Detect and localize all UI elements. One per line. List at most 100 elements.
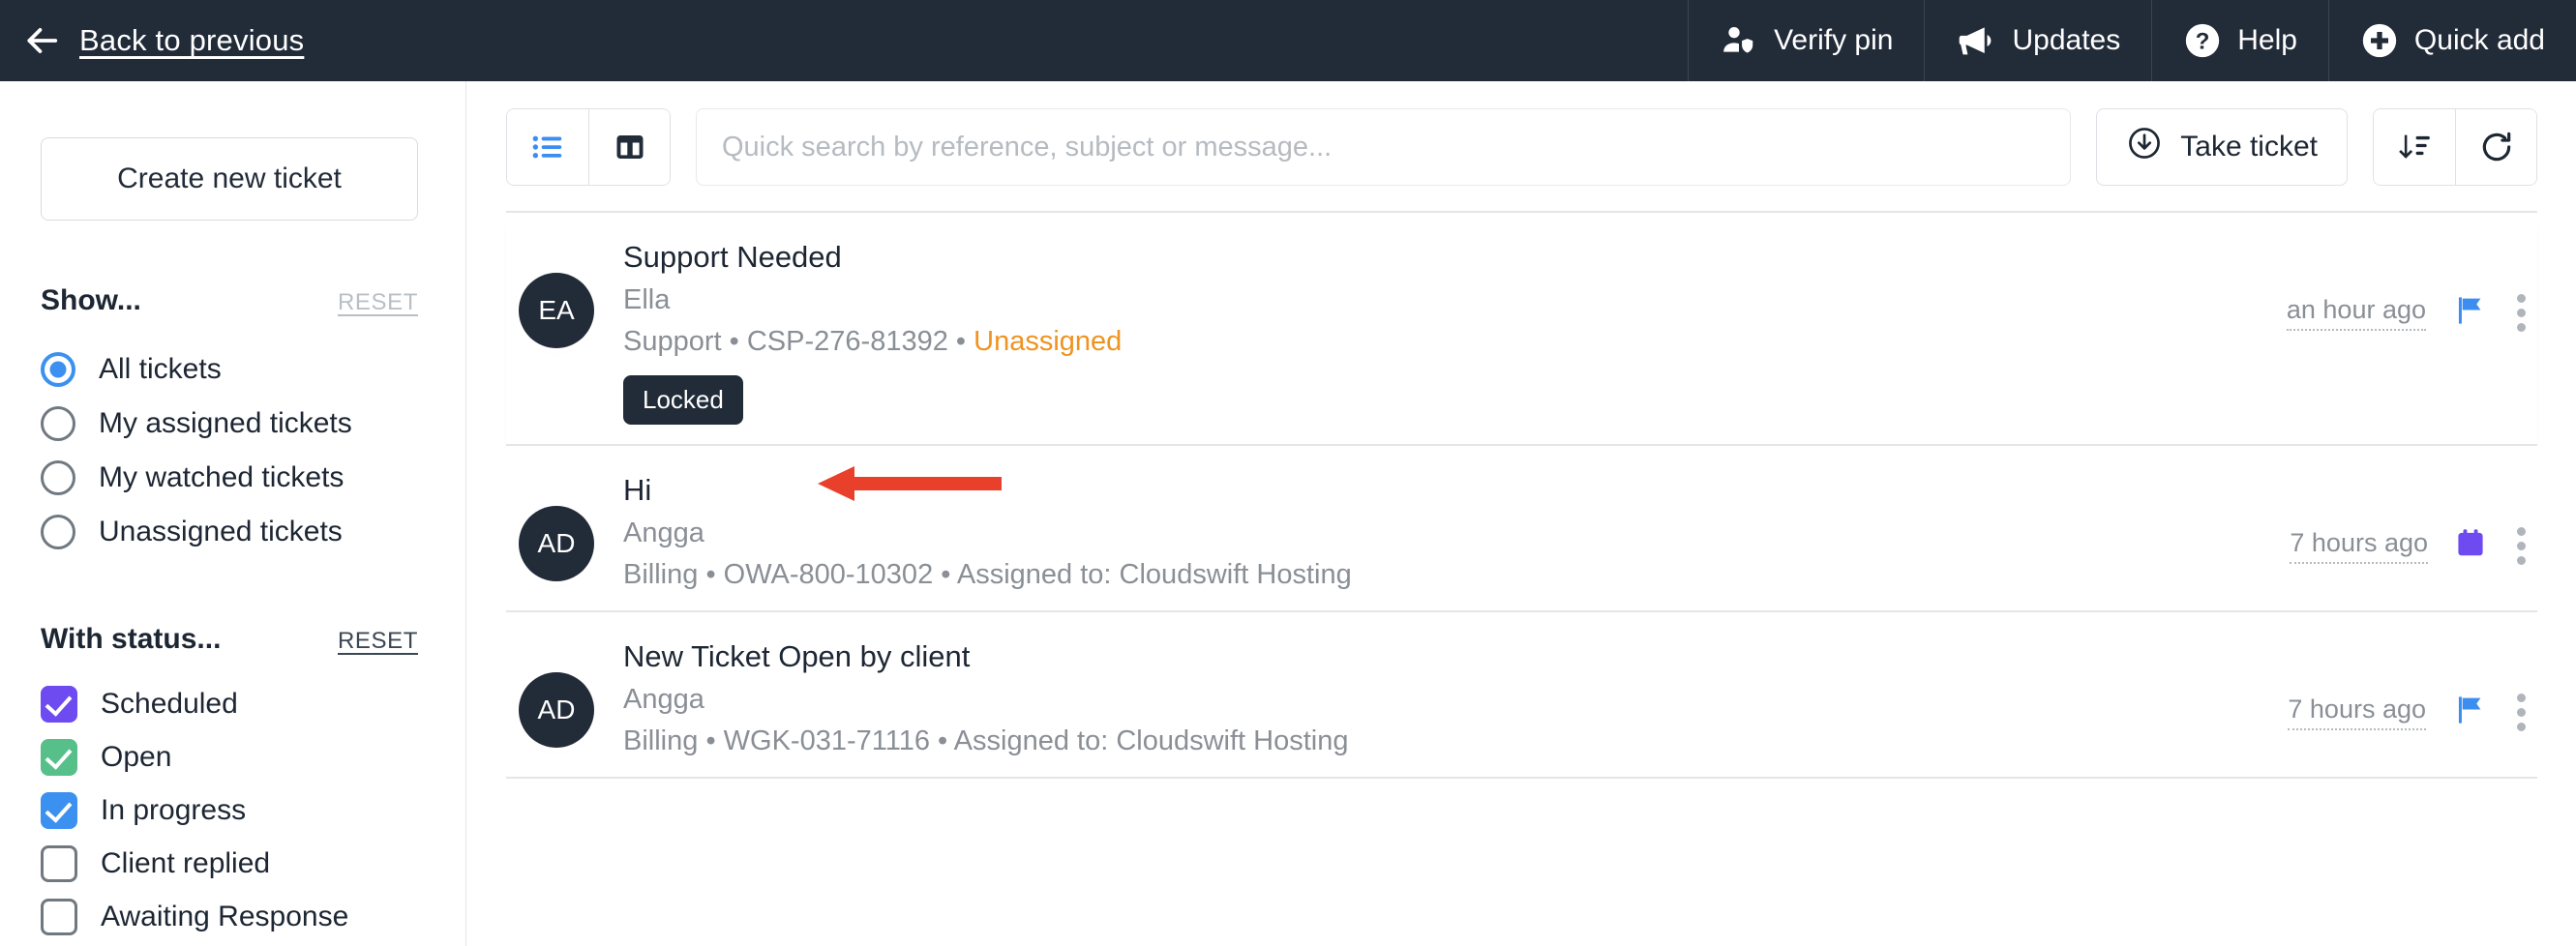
question-circle-icon: ? [2183, 21, 2222, 60]
ticket-meta: Support • CSP-276-81392 • Unassigned [623, 326, 2287, 358]
download-circle-icon [2126, 125, 2163, 169]
checkbox-icon-scheduled[interactable] [41, 685, 77, 723]
radio-icon-my-assigned-tickets[interactable] [41, 406, 75, 441]
status-option-label: Client replied [101, 846, 271, 879]
table-row[interactable]: AD Hi Angga Billing • OWA-800-10302 • As… [506, 446, 2537, 612]
avatar: EA [519, 273, 594, 348]
board-view-button[interactable] [588, 109, 670, 185]
status-option-label: Scheduled [101, 687, 238, 720]
status-badge: Locked [623, 375, 743, 425]
checkbox-icon-awaiting-response[interactable] [41, 898, 77, 935]
help-button[interactable]: ? Help [2151, 0, 2328, 81]
ticket-timestamp[interactable]: 7 hours ago [2288, 695, 2426, 730]
ticket-client: Ella [623, 284, 671, 315]
show-option-my-watched-tickets[interactable]: My watched tickets [41, 451, 425, 505]
status-option-open[interactable]: Open [41, 730, 425, 783]
ticket-row-actions: an hour ago [2286, 238, 2537, 336]
main-panel: Take ticket EA [467, 81, 2576, 946]
ticket-more-menu-button[interactable] [2513, 523, 2530, 569]
ticket-department: Billing [623, 559, 699, 590]
ticket-department: Billing [623, 725, 699, 756]
meta-separator: • [705, 725, 716, 756]
ticket-reference: OWA-800-10302 [723, 559, 934, 590]
ticket-assignment: Assigned to: Cloudswift Hosting [956, 559, 1352, 590]
ticket-content: New Ticket Open by client Angga Billing … [623, 637, 2288, 757]
status-option-client-replied[interactable]: Client replied [41, 837, 425, 890]
show-option-my-assigned-tickets[interactable]: My assigned tickets [41, 397, 425, 451]
status-option-awaiting-response[interactable]: Awaiting Response [41, 890, 425, 943]
quick-search-input[interactable] [696, 108, 2072, 186]
meta-separator: • [955, 326, 967, 357]
ticket-meta: Billing • OWA-800-10302 • Assigned to: C… [623, 559, 2290, 591]
status-filter-title: With status... [41, 623, 222, 655]
ticket-row-actions: 7 hours ago [2288, 637, 2537, 735]
top-header-bar: Back to previous Verify pin Updates ? He… [0, 0, 2576, 81]
show-filter-header: Show... RESET [41, 284, 418, 317]
updates-label: Updates [2012, 24, 2121, 56]
status-option-label: In progress [101, 793, 247, 826]
ticket-department: Support [623, 326, 722, 357]
updates-button[interactable]: Updates [1924, 0, 2151, 81]
create-new-ticket-button[interactable]: Create new ticket [41, 137, 418, 221]
toolbar-icon-group [2373, 108, 2537, 186]
radio-icon-unassigned-tickets[interactable] [41, 515, 75, 549]
status-option-scheduled[interactable]: Scheduled [41, 677, 425, 730]
show-option-label: My assigned tickets [99, 407, 352, 439]
status-filter-options: Scheduled Open In progress Client replie… [41, 677, 425, 943]
verify-pin-button[interactable]: Verify pin [1688, 0, 1924, 81]
take-ticket-label: Take ticket [2180, 131, 2318, 163]
show-filter-reset-link[interactable]: RESET [338, 289, 418, 316]
verify-pin-label: Verify pin [1774, 24, 1894, 56]
ticket-more-menu-button[interactable] [2513, 290, 2530, 336]
take-ticket-button[interactable]: Take ticket [2096, 108, 2348, 186]
avatar: AD [519, 672, 594, 748]
show-filter-title: Show... [41, 284, 141, 316]
status-filter-header: With status... RESET [41, 623, 418, 656]
megaphone-icon [1956, 20, 1996, 61]
table-row[interactable]: EA Support Needed Ella Support • CSP-276… [506, 213, 2537, 446]
plus-circle-icon [2360, 21, 2399, 60]
checkbox-icon-client-replied[interactable] [41, 844, 77, 882]
help-label: Help [2237, 24, 2297, 56]
radio-icon-all-tickets[interactable] [41, 352, 75, 387]
sort-button[interactable] [2374, 109, 2455, 185]
ticket-more-menu-button[interactable] [2513, 690, 2530, 735]
ticket-meta: Billing • WGK-031-71116 • Assigned to: C… [623, 725, 2288, 757]
avatar: AD [519, 506, 594, 581]
ticket-assignment: Unassigned [973, 326, 1123, 357]
status-option-in-progress[interactable]: In progress [41, 783, 425, 837]
status-filter-reset-link[interactable]: RESET [338, 628, 418, 655]
meta-separator: • [941, 559, 951, 590]
show-option-label: My watched tickets [99, 461, 344, 493]
table-row[interactable]: AD New Ticket Open by client Angga Billi… [506, 612, 2537, 779]
ticket-timestamp[interactable]: 7 hours ago [2290, 528, 2428, 564]
checkbox-icon-open[interactable] [41, 738, 77, 776]
calendar-icon[interactable] [2453, 526, 2488, 566]
quick-add-button[interactable]: Quick add [2327, 0, 2576, 81]
show-option-label: Unassigned tickets [99, 516, 343, 547]
show-option-label: All tickets [99, 353, 222, 385]
show-filter-options: All tickets My assigned tickets My watch… [41, 342, 425, 559]
status-option-label: Awaiting Response [101, 900, 349, 932]
ticket-client: Angga [623, 684, 704, 715]
ticket-subject: New Ticket Open by client [623, 639, 971, 673]
back-to-previous-label: Back to previous [79, 23, 305, 57]
show-option-all-tickets[interactable]: All tickets [41, 342, 425, 397]
radio-icon-my-watched-tickets[interactable] [41, 460, 75, 495]
view-mode-toggle [506, 108, 671, 186]
svg-text:?: ? [2196, 29, 2210, 55]
ticket-row-actions: 7 hours ago [2290, 471, 2537, 569]
refresh-button[interactable] [2455, 109, 2536, 185]
list-view-button[interactable] [507, 109, 588, 185]
show-option-unassigned-tickets[interactable]: Unassigned tickets [41, 505, 425, 559]
status-option-label: Open [101, 740, 172, 773]
ticket-subject: Support Needed [623, 240, 842, 274]
ticket-client: Angga [623, 517, 704, 548]
flag-icon[interactable] [2451, 692, 2488, 733]
ticket-list: EA Support Needed Ella Support • CSP-276… [467, 213, 2576, 779]
checkbox-icon-in-progress[interactable] [41, 791, 77, 829]
ticket-timestamp[interactable]: an hour ago [2286, 295, 2426, 331]
back-to-previous-link[interactable]: Back to previous [23, 22, 304, 59]
flag-icon[interactable] [2451, 292, 2488, 334]
ticket-subject: Hi [623, 473, 652, 507]
